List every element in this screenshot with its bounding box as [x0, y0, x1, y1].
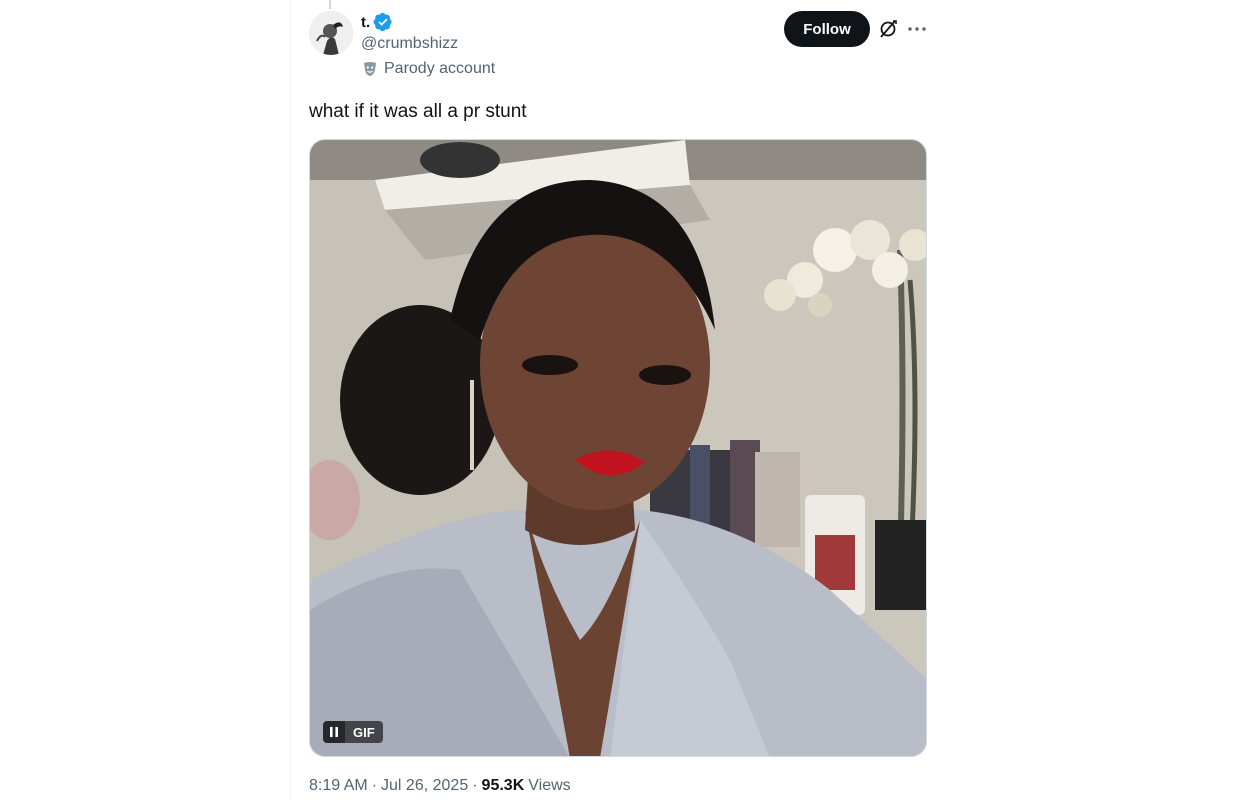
- tweet-date[interactable]: Jul 26, 2025: [381, 777, 468, 795]
- gif-media[interactable]: GIF: [309, 139, 927, 757]
- parody-label-text: Parody account: [384, 60, 496, 77]
- column-divider: [290, 0, 291, 800]
- author-handle[interactable]: @crumbshizz: [361, 35, 458, 53]
- more-icon[interactable]: [906, 18, 928, 40]
- gif-badge: GIF: [345, 721, 383, 743]
- verified-badge-icon: [373, 12, 393, 32]
- gif-frame-image: [310, 140, 926, 756]
- parody-label: Parody account: [362, 60, 495, 78]
- avatar[interactable]: [309, 11, 353, 55]
- tweet-time[interactable]: 8:19 AM: [309, 777, 368, 795]
- thread-connector-line: [329, 0, 331, 9]
- views-label: Views: [528, 777, 571, 794]
- display-name[interactable]: t.: [361, 14, 370, 31]
- gif-controls: GIF: [323, 721, 383, 743]
- meta-separator: ·: [371, 777, 378, 794]
- meta-separator: ·: [472, 777, 478, 794]
- grok-icon[interactable]: [877, 18, 899, 40]
- tweet-meta-row: 8:19 AM · Jul 26, 2025 · 95.3K Views: [309, 777, 571, 795]
- views-count[interactable]: 95.3K: [482, 777, 525, 795]
- tweet-page: t. @crumbshizz Parody account Follow wha…: [0, 0, 1233, 800]
- avatar-image: [309, 11, 353, 55]
- tweet-text: what if it was all a pr stunt: [309, 101, 527, 122]
- theater-mask-icon: [362, 61, 378, 77]
- author-name-row[interactable]: t.: [361, 12, 393, 32]
- pause-icon[interactable]: [323, 721, 345, 743]
- follow-button[interactable]: Follow: [784, 11, 870, 47]
